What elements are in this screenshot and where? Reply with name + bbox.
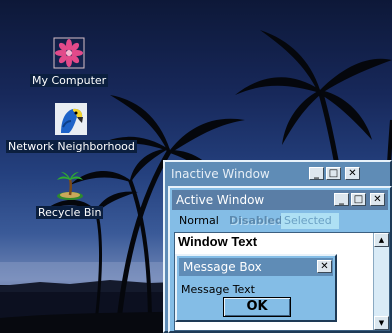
desktop-icon-network-neighborhood[interactable]: Network Neighborhood (6, 103, 137, 154)
menu-item-selected[interactable]: Selected (281, 213, 339, 229)
ok-button[interactable]: OK (223, 297, 291, 317)
message-box[interactable]: Message Box ✕ Message Text OK (175, 254, 337, 322)
active-window-title: Active Window (176, 193, 265, 207)
scroll-down-button[interactable]: ▼ (374, 316, 389, 330)
vertical-scrollbar[interactable]: ▲ ▼ (373, 233, 389, 330)
scroll-up-button[interactable]: ▲ (374, 233, 389, 247)
window-text: Window Text (178, 234, 258, 249)
maximize-button[interactable]: □ (351, 193, 366, 206)
desktop-icon-my-computer[interactable]: My Computer (30, 37, 109, 88)
pink-flower-icon (53, 37, 85, 69)
menu-item-normal[interactable]: Normal (176, 213, 222, 229)
desktop-icon-label: My Computer (30, 74, 109, 87)
minimize-button[interactable]: _ (309, 167, 324, 180)
desktop-icon-label: Network Neighborhood (6, 140, 137, 153)
desktop-background: My Computer Network Neighborhood Recycle… (0, 0, 392, 333)
minimize-button[interactable]: _ (334, 193, 349, 206)
message-box-title: Message Box (183, 260, 262, 274)
desktop-icon-label: Recycle Bin (36, 206, 104, 219)
active-window-titlebar[interactable]: Active Window _ □ ✕ (172, 190, 388, 210)
palm-tree-island-icon (54, 169, 86, 201)
close-button[interactable]: ✕ (370, 193, 385, 206)
parrot-icon (55, 103, 88, 135)
close-button[interactable]: ✕ (345, 167, 360, 180)
inactive-window-titlebar[interactable]: Inactive Window _ □ ✕ (167, 164, 388, 184)
message-box-titlebar[interactable]: Message Box ✕ (179, 258, 333, 276)
menu-bar: Normal Disabled Selected (174, 212, 390, 230)
message-text: Message Text (181, 283, 255, 296)
maximize-button[interactable]: □ (326, 167, 341, 180)
inactive-window-title: Inactive Window (171, 167, 270, 181)
menu-item-disabled: Disabled (229, 214, 283, 227)
desktop-icon-recycle-bin[interactable]: Recycle Bin (36, 169, 104, 220)
close-button[interactable]: ✕ (317, 260, 332, 273)
